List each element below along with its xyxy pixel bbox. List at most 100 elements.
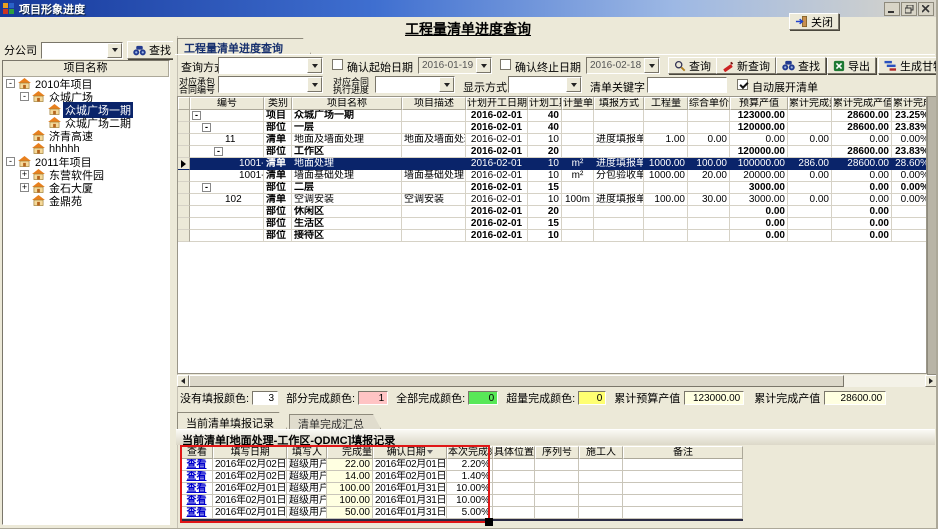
col-budget-value[interactable]: 预算产值: [730, 97, 788, 110]
scroll-right-icon[interactable]: [925, 375, 937, 387]
find-project-button[interactable]: 查找: [127, 41, 177, 59]
grid-row[interactable]: 部位 接待区 2016-02-01 10 0.00 0.00: [178, 230, 927, 242]
contract-progress-combo[interactable]: [375, 76, 455, 93]
tab-progress-query[interactable]: 工程量清单进度查询: [177, 38, 311, 54]
col-serial[interactable]: 序列号: [535, 446, 579, 459]
col-project-name[interactable]: 项目名称: [292, 97, 402, 110]
view-link[interactable]: 查看: [187, 495, 207, 506]
export-button[interactable]: 导出: [827, 57, 876, 74]
col-this-percent[interactable]: 本次完成%: [447, 446, 493, 459]
chevron-down-icon[interactable]: [307, 58, 322, 73]
col-unit[interactable]: 计量单位: [562, 97, 594, 110]
confirm-end-checkbox[interactable]: [500, 59, 511, 70]
auto-expand-checkbox[interactable]: [737, 79, 748, 90]
col-confirm-date[interactable]: 确认日期: [373, 446, 447, 459]
cell-budget-value: 123000.00: [730, 110, 788, 122]
col-note[interactable]: 备注: [623, 446, 743, 459]
scrollbar-thumb[interactable]: [189, 375, 844, 387]
grid-row[interactable]: 11 清单 地面及墙面处理 地面及墙面处理 2016-02-01 10 进度填报…: [178, 134, 927, 146]
col-plan-duration[interactable]: 计划工期: [528, 97, 562, 110]
col-write-date[interactable]: 填写日期: [213, 446, 287, 459]
grid-row[interactable]: 部位 休闲区 2016-02-01 20 0.00 0.00: [178, 206, 927, 218]
horizontal-scrollbar[interactable]: [177, 375, 937, 387]
grid-row[interactable]: - 部位 二层 2016-02-01 15 3000.00 0.00 0.00%: [178, 182, 927, 194]
expander-icon[interactable]: -: [202, 183, 211, 192]
expander-icon[interactable]: -: [202, 123, 211, 132]
chevron-down-icon[interactable]: [644, 58, 659, 73]
tree-expander-icon[interactable]: +: [20, 170, 29, 179]
col-unit-price[interactable]: 综合单价: [688, 97, 730, 110]
view-link[interactable]: 查看: [187, 459, 207, 470]
restore-icon: [905, 5, 914, 14]
tab-summary[interactable]: 清单完成汇总: [289, 414, 381, 429]
cell-budget-value: 0.00: [730, 230, 788, 242]
branch-combo[interactable]: [41, 42, 123, 59]
chevron-down-icon[interactable]: [439, 77, 454, 92]
minimize-button[interactable]: [884, 2, 900, 16]
grid-row[interactable]: 1001-2 清单 墙面基础处理 墙面基础处理 2016-02-01 10 m²…: [178, 170, 927, 182]
close-panel-button[interactable]: 关闭: [789, 13, 839, 30]
restore-button[interactable]: [901, 2, 917, 16]
scroll-left-icon[interactable]: [177, 375, 189, 387]
cell-done-percent: 0.00%: [892, 194, 927, 206]
col-number[interactable]: 编号: [190, 97, 264, 110]
cell-confirm-date: 2016年01月31日: [373, 495, 447, 507]
grid-row[interactable]: 1001-1 清单 地面处理 2016-02-01 10 m² 进度填报单 10…: [178, 158, 927, 170]
grid-row[interactable]: 部位 生活区 2016-02-01 15 0.00 0.00: [178, 218, 927, 230]
col-view[interactable]: 查看: [181, 446, 213, 459]
grid-row[interactable]: 102 清单 空调安装 空调安装 2016-02-01 10 100m 进度填报…: [178, 194, 927, 206]
cell-view: 查看: [181, 459, 213, 471]
search-button[interactable]: 查询: [668, 57, 717, 74]
tree-item[interactable]: 济青高速: [3, 129, 169, 142]
tab-current-records[interactable]: 当前清单填报记录: [177, 412, 287, 429]
grid-row[interactable]: - 部位 工作区 2016-02-01 20 120000.00 28600.0…: [178, 146, 927, 158]
col-plan-start[interactable]: 计划开工日期: [466, 97, 528, 110]
cell-number: 1001-1: [190, 158, 264, 170]
tree-expander-icon[interactable]: +: [20, 183, 29, 192]
col-category[interactable]: 类别: [264, 97, 292, 110]
col-done-quantity[interactable]: 累计完成量: [788, 97, 832, 110]
tree-expander-icon[interactable]: -: [6, 157, 15, 166]
chevron-down-icon[interactable]: [307, 77, 322, 92]
end-date-picker[interactable]: 2016-02-18: [586, 57, 660, 74]
window-close-button[interactable]: [918, 2, 934, 16]
tree-expander-icon[interactable]: -: [20, 92, 29, 101]
find-button[interactable]: 查找: [776, 57, 826, 74]
grid-row[interactable]: - 项目 众城广场一期 2016-02-01 40 123000.00 2860…: [178, 110, 927, 122]
start-date-picker[interactable]: 2016-01-19: [418, 57, 492, 74]
col-quantity[interactable]: 工程量: [644, 97, 688, 110]
cell-unit-price: [688, 110, 730, 122]
col-done-percent[interactable]: 累计完成%: [892, 97, 927, 110]
col-worker[interactable]: 施工人: [579, 446, 623, 459]
chevron-down-icon[interactable]: [476, 58, 491, 73]
keyword-input[interactable]: [647, 77, 727, 93]
tree-item[interactable]: + 金石大厦: [3, 181, 169, 194]
grid-row[interactable]: - 部位 一层 2016-02-01 40 120000.00 28600.00…: [178, 122, 927, 134]
cell-plan-duration: 15: [528, 218, 562, 230]
view-link[interactable]: 查看: [187, 471, 207, 482]
total-budget-value: 123000.00: [684, 391, 744, 405]
col-writer[interactable]: 填写人: [287, 446, 327, 459]
vertical-scrollbar[interactable]: [927, 96, 937, 375]
cell-description: 空调安装: [402, 194, 466, 206]
expander-icon[interactable]: -: [192, 111, 201, 120]
view-link[interactable]: 查看: [187, 507, 207, 518]
tree-expander-icon[interactable]: -: [6, 79, 15, 88]
cell-unit-price: [688, 182, 730, 194]
col-report-method[interactable]: 填报方式: [594, 97, 644, 110]
col-position[interactable]: 具体位置: [493, 446, 535, 459]
col-description[interactable]: 项目描述: [402, 97, 466, 110]
chevron-down-icon[interactable]: [566, 77, 581, 92]
tree-item[interactable]: 金鼎苑: [3, 194, 169, 207]
contract-no-combo[interactable]: [218, 76, 323, 93]
col-done-qty[interactable]: 完成量: [327, 446, 373, 459]
query-mode-combo[interactable]: [218, 57, 323, 74]
expander-icon[interactable]: -: [214, 147, 223, 156]
display-mode-combo[interactable]: [508, 76, 582, 93]
confirm-start-checkbox[interactable]: [332, 59, 343, 70]
gantt-button[interactable]: 生成甘特图: [878, 57, 938, 74]
col-done-value[interactable]: 累计完成产值: [832, 97, 892, 110]
chevron-down-icon[interactable]: [107, 43, 122, 58]
new-search-button[interactable]: 新查询: [716, 57, 776, 74]
view-link[interactable]: 查看: [187, 483, 207, 494]
